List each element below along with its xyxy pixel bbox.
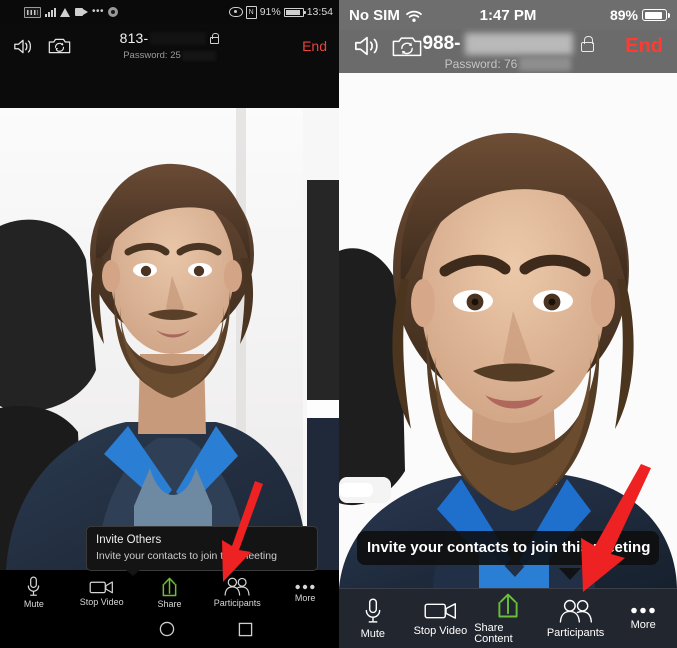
square-recents-icon: [238, 622, 253, 636]
android-status-left-icons: •••: [24, 6, 119, 18]
ios-carrier-label: No SIM: [349, 6, 400, 24]
share-up-arrow-icon: [498, 593, 518, 617]
more-dots-icon: •••: [92, 6, 105, 17]
ios-video-portrait: [339, 73, 677, 588]
microphone-icon: [365, 597, 381, 623]
android-toolbar-more[interactable]: More: [271, 583, 339, 603]
battery-icon: [283, 7, 306, 17]
wifi-icon: [60, 7, 71, 17]
android-video-portrait: [0, 108, 339, 570]
ios-status-bar: No SIM 1:47 PM 89%: [339, 0, 677, 30]
end-meeting-button[interactable]: End: [302, 38, 327, 54]
nav-back-button[interactable]: [86, 621, 99, 646]
ios-meeting-id-redacted: [464, 33, 573, 55]
end-meeting-button[interactable]: End: [625, 35, 663, 58]
ios-toolbar-share-content[interactable]: Share Content: [474, 593, 542, 645]
android-navigation-bar: [0, 615, 339, 648]
android-toolbar-stop-video[interactable]: Stop Video: [68, 579, 136, 607]
android-battery-percent: 91%: [259, 6, 281, 18]
ios-tooltip-pointer: [559, 568, 581, 580]
triangle-back-icon: [88, 629, 99, 646]
flip-camera-icon[interactable]: [387, 30, 427, 62]
video-camera-icon: [89, 580, 114, 593]
more-dots-icon: [631, 607, 655, 614]
speaker-icon[interactable]: [6, 29, 40, 63]
android-meeting-toolbar: Mute Stop Video Share Participants More: [0, 570, 339, 615]
android-toolbar-share[interactable]: Share: [136, 577, 204, 609]
dual-phone-comparison-screenshot: ••• N 91% 13:54 813- Password: 25 End In…: [0, 0, 677, 648]
lock-icon: [210, 32, 220, 44]
circle-home-icon: [160, 621, 175, 637]
flip-camera-icon[interactable]: [42, 29, 76, 63]
ios-toolbar-participants[interactable]: Participants: [542, 599, 610, 639]
ios-toolbar-share-content-label: Share Content: [474, 621, 513, 645]
participants-icon: [559, 599, 592, 623]
more-dots-icon: [295, 584, 315, 589]
microphone-icon: [28, 576, 40, 596]
sim-card-icon: [24, 6, 41, 18]
android-tooltip-pointer: [125, 569, 141, 576]
sync-circle-icon: [108, 7, 119, 17]
android-toolbar-share-label: Share: [157, 598, 182, 609]
ios-status-right: 89%: [609, 7, 670, 23]
android-status-right-icons: N 91% 13:54: [228, 5, 333, 19]
android-toolbar-mute-label: Mute: [23, 599, 44, 609]
ios-zoom-screen: No SIM 1:47 PM 89% 988- Password: 76 End…: [339, 0, 677, 648]
android-self-video: [0, 108, 339, 570]
nav-recents-button[interactable]: [238, 622, 253, 642]
ios-meeting-toolbar: Mute Stop Video Share Content Participan…: [339, 588, 677, 648]
android-toolbar-more-label: More: [294, 592, 316, 603]
ios-password-label: Password: 76: [444, 57, 518, 71]
nfc-icon: N: [245, 5, 257, 19]
android-password-redacted: [181, 50, 216, 61]
ios-battery-percent: 89%: [609, 7, 638, 23]
android-tooltip-subtitle: Invite your contacts to join this meetin…: [96, 549, 277, 562]
ios-status-left: No SIM: [349, 7, 422, 24]
android-tooltip-title: Invite Others: [96, 534, 162, 546]
ios-toolbar-participants-label: Participants: [546, 626, 605, 639]
signal-bars-icon: [45, 7, 56, 17]
ios-meeting-header: 988- Password: 76 End: [339, 30, 677, 73]
ios-toolbar-more[interactable]: More: [609, 606, 677, 631]
android-invite-tooltip[interactable]: Invite Others Invite your contacts to jo…: [86, 526, 318, 571]
android-toolbar-participants-label: Participants: [213, 598, 261, 608]
share-up-arrow-icon: [162, 577, 177, 596]
android-meeting-header: 813- Password: 25 End: [0, 24, 339, 108]
ios-toolbar-more-label: More: [630, 619, 656, 631]
android-status-bar: ••• N 91% 13:54: [0, 0, 339, 24]
video-camera-icon: [424, 603, 456, 619]
eye-icon: [228, 7, 243, 17]
wifi-icon: [405, 9, 422, 22]
nav-home-button[interactable]: [159, 621, 175, 642]
ios-self-video: [339, 73, 677, 588]
ios-toolbar-stop-video-label: Stop Video: [413, 625, 468, 637]
ios-toolbar-stop-video[interactable]: Stop Video: [407, 600, 475, 637]
ios-toolbar-mute[interactable]: Mute: [339, 597, 407, 640]
lock-icon: [580, 36, 594, 52]
android-zoom-screen: ••• N 91% 13:54 813- Password: 25 End In…: [0, 0, 339, 648]
ios-meeting-id-prefix: 988-: [422, 33, 461, 54]
ios-toolbar-mute-label: Mute: [360, 627, 386, 640]
battery-icon: [642, 9, 670, 21]
android-toolbar-participants[interactable]: Participants: [203, 577, 271, 608]
android-meeting-id-redacted: [150, 31, 207, 45]
android-password-label: Password: 25: [123, 50, 181, 61]
ios-password-redacted: [519, 57, 572, 71]
video-recording-icon: [75, 8, 88, 16]
android-toolbar-mute[interactable]: Mute: [0, 576, 68, 609]
ios-invite-tooltip[interactable]: Invite your contacts to join this meetin…: [357, 531, 659, 565]
android-meeting-id-prefix: 813-: [119, 30, 149, 46]
ios-tooltip-text: Invite your contacts to join this meetin…: [367, 539, 651, 556]
android-toolbar-stop-video-label: Stop Video: [79, 596, 124, 607]
speaker-icon[interactable]: [347, 30, 387, 62]
participants-icon: [224, 577, 250, 596]
android-clock: 13:54: [306, 6, 333, 18]
